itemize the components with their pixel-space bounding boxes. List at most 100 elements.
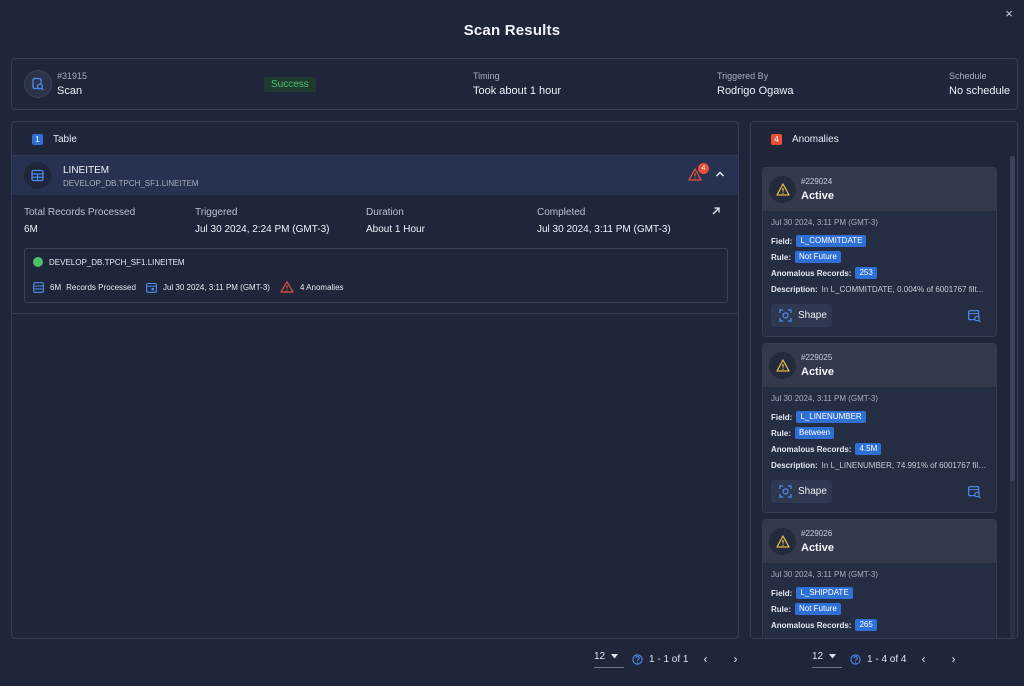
rule-label: Rule: [771,252,791,262]
shape-button[interactable]: Shape [771,480,832,503]
anomaly-count-badge: 4 [698,163,709,174]
table-icon [24,162,51,189]
close-icon[interactable]: × [1002,7,1016,21]
anomaly-description-row: Description: In L_LINENUMBER, 74.991% of … [771,461,987,470]
caret-down-icon [829,653,837,658]
anomaly-card-header: #229025 Active [763,344,996,387]
scan-summary: #31915 Scan Success Timing Took about 1 … [11,58,1018,110]
anomaly-id: #229024 [801,177,833,186]
page-size-select[interactable]: 12 [812,651,842,668]
partition-stats: 6M Records Processed Jul 30 2024, 3:11 P… [33,280,354,294]
records-chip: 253 [855,267,877,279]
scan-details-icon[interactable] [968,310,982,323]
status-badge: Success [264,77,316,92]
partition-path: DEVELOP_DB.TPCH_SF1.LINEITEM [49,258,185,267]
table-row-lineitem[interactable]: LINEITEM DEVELOP_DB.TPCH_SF1.LINEITEM 4 [12,155,738,195]
next-page-button[interactable]: › [948,652,958,666]
anomalies-pagination: 12 1 - 4 of 4 ‹ › [812,651,958,668]
scan-icon [24,70,52,98]
records-icon [33,281,44,293]
anomaly-card-header: #229026 Active [763,520,996,563]
anomalies-panel-title: Anomalies [792,133,839,145]
description-text: In L_COMMITDATE, 0.004% of 6001767 filt.… [821,285,984,294]
anomaly-field-row: Field: L_LINENUMBER [771,411,866,423]
help-icon[interactable] [632,653,643,665]
records-value: 6M [50,282,62,292]
anomaly-id: #229025 [801,353,833,362]
rule-chip: Not Future [795,603,841,615]
anomalies-panel-header: 4 Anomalies [751,122,1017,156]
anomaly-date: Jul 30 2024, 3:11 PM (GMT-3) [771,218,879,227]
shape-button[interactable]: Shape [771,304,832,327]
table-panel: 1 Table LINEITEM DEVELOP_DB.TPCH_SF1.LIN… [11,121,739,639]
table-panel-header: 1 Table [12,122,738,156]
description-label: Description: [771,285,818,294]
timing-value: Took about 1 hour [473,85,562,97]
divider [12,313,738,314]
table-pagination: 12 1 - 1 of 1 ‹ › [594,651,740,668]
scrollbar-thumb[interactable] [1010,156,1015,481]
field-label: Field: [771,588,793,598]
shape-label: Shape [798,486,827,497]
status-dot [33,257,43,267]
table-path: DEVELOP_DB.TPCH_SF1.LINEITEM [63,179,199,188]
partition-card: DEVELOP_DB.TPCH_SF1.LINEITEM 6M Records … [24,248,728,303]
metric-label: Duration [366,207,404,218]
anomaly-card[interactable]: #229024 Active Jul 30 2024, 3:11 PM (GMT… [762,167,997,337]
rule-chip: Not Future [795,251,841,263]
anomaly-card[interactable]: #229026 Active Jul 30 2024, 3:11 PM (GMT… [762,519,997,638]
rule-chip: Between [795,427,835,439]
anomaly-records-row: Anomalous Records: 265 [771,619,877,631]
metric-value: Jul 30 2024, 2:24 PM (GMT-3) [195,224,330,235]
field-chip: L_LINENUMBER [796,411,866,423]
modal-title: Scan Results [463,22,561,39]
shape-icon [779,485,792,498]
prev-page-button[interactable]: ‹ [918,652,928,666]
prev-page-button[interactable]: ‹ [700,652,710,666]
shape-icon [779,309,792,322]
records-label: Anomalous Records: [771,268,852,278]
metric-label: Total Records Processed [24,207,136,218]
anomalies-panel: 4 Anomalies #229024 Active Jul 30 2024, … [750,121,1018,639]
chevron-up-icon[interactable] [714,168,726,180]
anomaly-alert[interactable]: 4 [688,163,709,182]
schedule-label: Schedule [949,71,987,81]
anomaly-status: Active [801,542,835,554]
help-icon[interactable] [850,653,861,665]
table-metrics: Total Records Processed 6M Triggered Jul… [24,207,729,237]
anomaly-field-row: Field: L_SHIPDATE [771,587,853,599]
records-chip: 4.5M [855,443,882,455]
records-label: Anomalous Records: [771,620,852,630]
next-page-button[interactable]: › [730,652,740,666]
anomaly-status: Active [801,190,835,202]
page-size-select[interactable]: 12 [594,651,624,668]
timing-label: Timing [473,71,500,81]
anomaly-records-row: Anomalous Records: 4.5M [771,443,882,455]
external-link-icon[interactable] [711,206,721,216]
triggered-by-value: Rodrigo Ogawa [717,85,794,97]
table-panel-title: Table [53,133,77,145]
scan-details-icon[interactable] [968,486,982,499]
page-size-value: 12 [812,650,824,662]
field-label: Field: [771,236,793,246]
table-count-badge: 1 [32,133,43,145]
page-range: 1 - 1 of 1 [649,653,689,665]
anomaly-field-row: Field: L_COMMITDATE [771,235,867,247]
anomalies-count-badge: 4 [771,133,782,145]
anomalies-count: 4 Anomalies [299,282,344,292]
page-size-value: 12 [594,650,606,662]
anomaly-status: Active [801,366,835,378]
metric-value: Jul 30 2024, 3:11 PM (GMT-3) [537,224,671,235]
anomaly-date: Jul 30 2024, 3:11 PM (GMT-3) [771,570,879,579]
warning-icon [280,281,294,293]
anomaly-card[interactable]: #229025 Active Jul 30 2024, 3:11 PM (GMT… [762,343,997,513]
shape-label: Shape [798,310,827,321]
table-name: LINEITEM [63,165,110,176]
metric-value: 6M [24,224,38,235]
anomaly-rule-row: Rule: Not Future [771,603,841,615]
alert-icon [769,352,796,379]
field-chip: L_COMMITDATE [796,235,867,247]
metric-label: Triggered [195,207,238,218]
rule-label: Rule: [771,604,791,614]
anomaly-id: #229026 [801,529,833,538]
